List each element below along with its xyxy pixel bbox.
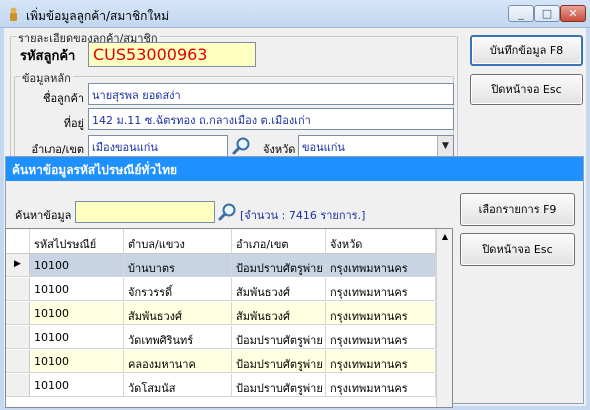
cell-district: ป้อมปราบศัตรูพ่าย: [232, 326, 326, 348]
main-group-legend: ข้อมูลหลัก: [20, 69, 73, 87]
cell-province: กรุงเทพมหานคร: [326, 278, 436, 300]
cell-subdistrict: วัดเทพศิรินทร์: [124, 326, 232, 348]
current-row-pointer-icon: ▶: [14, 259, 21, 269]
chevron-down-icon[interactable]: ▼: [437, 136, 453, 156]
cell-district: ป้อมปราบศัตรูพ่าย: [232, 350, 326, 372]
close-window-button[interactable]: ✕: [560, 5, 586, 22]
col-header-district[interactable]: อำเภอ/เขต: [232, 229, 326, 254]
cell-zip: 10100: [30, 302, 124, 324]
dialog-close-button[interactable]: ปิดหน้าจอ Esc: [460, 233, 575, 266]
district-search-icon[interactable]: [231, 136, 253, 156]
row-header[interactable]: [6, 374, 30, 396]
col-header-subdistrict[interactable]: ตำบล/แขวง: [124, 229, 232, 254]
cell-subdistrict: คลองมหานาค: [124, 350, 232, 372]
row-header[interactable]: [6, 302, 30, 324]
app-icon: [10, 7, 17, 21]
district-field[interactable]: เมืองขอนแก่น: [88, 135, 228, 157]
search-label: ค้นหาข้อมูล: [15, 209, 72, 222]
address-label: ที่อยู่: [63, 117, 84, 130]
cell-subdistrict: บ้านบาตร: [124, 254, 232, 276]
cell-district: สัมพันธวงศ์: [232, 278, 326, 300]
cell-district: ป้อมปราบศัตรูพ่าย: [232, 374, 326, 396]
cell-zip: 10100: [30, 374, 124, 396]
postal-code-grid: รหัสไปรษณีย์ ตำบล/แขวง อำเภอ/เขต จังหวัด…: [5, 228, 453, 408]
cell-province: กรุงเทพมหานคร: [326, 254, 436, 276]
row-header[interactable]: [6, 278, 30, 300]
row-header[interactable]: ▶: [6, 254, 30, 276]
col-header-zip[interactable]: รหัสไปรษณีย์: [30, 229, 124, 254]
cell-zip: 10100: [30, 326, 124, 348]
grid-scrollbar[interactable]: ▲: [436, 229, 452, 407]
close-screen-button[interactable]: ปิดหน้าจอ Esc: [470, 74, 583, 105]
cell-zip: 10100: [30, 278, 124, 300]
table-row[interactable]: 10100 คลองมหานาค ป้อมปราบศัตรูพ่าย กรุงเทพม…: [6, 350, 436, 373]
window-title: เพิ่มข้อมูลลูกค้า/สมาชิกใหม่: [26, 9, 170, 23]
maximize-button[interactable]: □: [534, 5, 560, 22]
row-header[interactable]: [6, 326, 30, 348]
col-header-province[interactable]: จังหวัด: [326, 229, 436, 254]
dialog-title: ค้นหาข้อมูลรหัสไปรษณีย์ทั่วไทย: [6, 157, 583, 181]
grid-body: ▶ 10100 บ้านบาตร ป้อมปราบศัตรูพ่าย กรุงเทพมห…: [6, 254, 436, 407]
row-header[interactable]: [6, 350, 30, 372]
cell-province: กรุงเทพมหานคร: [326, 326, 436, 348]
postal-search-input[interactable]: [75, 201, 215, 223]
cell-district: ป้อมปราบศัตรูพ่าย: [232, 254, 326, 276]
customer-name-label: ชื่อลูกค้า: [42, 92, 84, 105]
table-row[interactable]: ▶ 10100 บ้านบาตร ป้อมปราบศัตรูพ่าย กรุงเทพมห…: [6, 254, 436, 277]
address-field[interactable]: 142 ม.11 ซ.ฉัตรทอง ถ.กลางเมือง ต.เมืองเก…: [88, 108, 454, 130]
record-count: [จำนวน : 7416 รายการ.]: [240, 209, 366, 222]
cell-subdistrict: วัดโสมนัส: [124, 374, 232, 396]
customer-code-label: รหัสลูกค้า: [20, 49, 76, 64]
customer-code-field[interactable]: CUS53000963: [88, 42, 256, 67]
province-value: ขอนแก่น: [302, 141, 345, 154]
table-row[interactable]: 10100 วัดโสมนัส ป้อมปราบศัตรูพ่าย กรุงเทพมห…: [6, 374, 436, 397]
title-bar: เพิ่มข้อมูลลูกค้า/สมาชิกใหม่ _ □ ✕: [0, 0, 590, 28]
scroll-up-icon[interactable]: ▲: [438, 230, 452, 244]
postal-search-icon[interactable]: [217, 202, 239, 222]
table-row[interactable]: 10100 วัดเทพศิรินทร์ ป้อมปราบศัตรูพ่าย กรุง…: [6, 326, 436, 349]
cell-zip: 10100: [30, 350, 124, 372]
table-row[interactable]: 10100 สัมพันธวงศ์ สัมพันธวงศ์ กรุงเทพมหานคร: [6, 302, 436, 325]
cell-subdistrict: จักรวรรดิ์: [124, 278, 232, 300]
cell-province: กรุงเทพมหานคร: [326, 302, 436, 324]
cell-province: กรุงเทพมหานคร: [326, 374, 436, 396]
cell-province: กรุงเทพมหานคร: [326, 350, 436, 372]
select-item-button[interactable]: เลือกรายการ F9: [460, 193, 575, 226]
minimize-button[interactable]: _: [508, 5, 534, 22]
save-button[interactable]: บันทึกข้อมูล F8: [470, 35, 583, 66]
cell-zip: 10100: [30, 254, 124, 276]
cell-district: สัมพันธวงศ์: [232, 302, 326, 324]
customer-name-field[interactable]: นายสุรพล ยอดสง่า: [88, 83, 454, 105]
cell-subdistrict: สัมพันธวงศ์: [124, 302, 232, 324]
province-select[interactable]: ขอนแก่น ▼: [298, 135, 454, 157]
table-row[interactable]: 10100 จักรวรรดิ์ สัมพันธวงศ์ กรุงเทพมหานคร: [6, 278, 436, 301]
grid-corner: [6, 229, 30, 254]
